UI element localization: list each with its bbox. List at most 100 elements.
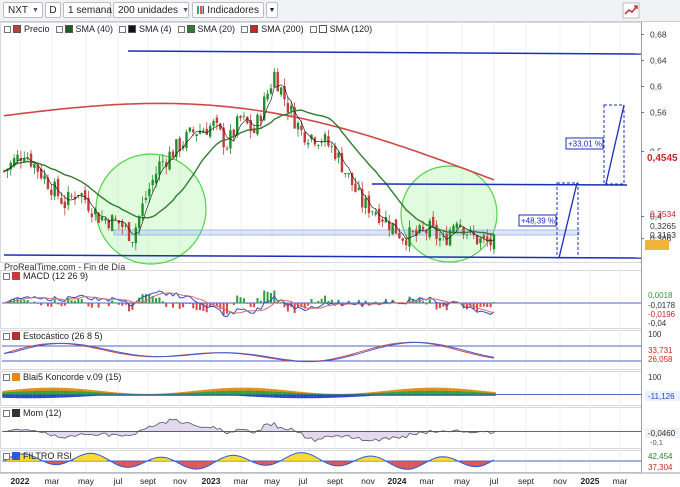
blai5-blue-bar (303, 394, 307, 399)
blai5-green-bar (201, 391, 206, 395)
blai5-green-bar (218, 391, 222, 395)
macd-histogram-bar (107, 303, 110, 307)
panel-checkbox[interactable] (3, 272, 10, 280)
blai5-blue-bar (39, 394, 43, 399)
legend-checkbox[interactable] (241, 25, 249, 33)
blai5-blue-bar (269, 394, 273, 398)
blai5-green-bar (350, 393, 354, 395)
blai5-blue-bar (218, 394, 222, 396)
macd-histogram-bar (253, 303, 256, 308)
highlight-circle-right (400, 165, 498, 263)
macd-histogram-bar (30, 303, 33, 304)
blai5-green-bar (188, 392, 192, 395)
blai5-green-bar (404, 391, 408, 395)
blai5-green-bar (377, 392, 381, 395)
legend-item[interactable]: SMA (120) (309, 24, 372, 34)
blai5-blue-bar (265, 394, 270, 398)
sma200-line (3, 102, 495, 181)
macd-histogram-bar (330, 299, 333, 303)
blai5-green-bar (465, 391, 469, 395)
blai5-blue-bar (360, 394, 364, 397)
legend-label: SMA (4) (139, 24, 172, 34)
blai5-green-bar (117, 393, 121, 395)
legend-swatch (64, 25, 73, 33)
panel-checkbox[interactable] (3, 409, 10, 417)
panel-checkbox[interactable] (3, 452, 10, 460)
candle-body (455, 223, 459, 229)
candle-body (215, 117, 219, 123)
candle-body (23, 158, 26, 162)
legend-item[interactable]: SMA (40) (55, 24, 113, 34)
blai5-green-bar (205, 391, 209, 395)
panel-checkbox[interactable] (3, 332, 10, 340)
blai5-blue-bar (194, 394, 199, 396)
blai5-blue-bar (2, 394, 6, 398)
rsi-bar (299, 452, 304, 461)
legend-checkbox[interactable] (55, 25, 63, 33)
mom-value-label: -0,1 (650, 438, 663, 447)
rsi-bar (336, 461, 341, 466)
time-tick-label: may (264, 476, 281, 486)
candle-body (296, 122, 300, 130)
blai5-blue-bar (178, 394, 182, 396)
time-tick-label: mar (234, 476, 249, 486)
candle-body (46, 177, 50, 189)
candle-body (306, 142, 310, 145)
candle-body (276, 71, 279, 92)
blai5-green-bar (52, 390, 57, 395)
blai5-green-bar (444, 390, 449, 395)
rsi-bar (123, 461, 128, 468)
legend-items: Precio SMA (40) SMA (4) SMA (20) SMA (200) SM… (4, 24, 372, 34)
blai5-green-bar (63, 390, 67, 395)
blai5-green-bar (242, 390, 246, 395)
macd-histogram-bar (178, 303, 181, 309)
blai5-blue-bar (164, 394, 168, 396)
legend-checkbox[interactable] (4, 25, 11, 33)
candle-body (70, 195, 73, 197)
legend-item[interactable]: Precio (4, 24, 50, 34)
legend-item[interactable]: SMA (200) (241, 24, 304, 34)
macd-histogram-bar (236, 295, 239, 303)
time-tick-label: sept (327, 476, 344, 486)
blai5-blue-bar (259, 394, 263, 398)
candle-body (192, 129, 195, 133)
blai5-blue-bar (228, 394, 233, 396)
blai5-blue-bar (306, 394, 310, 399)
macd-histogram-bar (489, 303, 492, 308)
macd-histogram-bar (229, 303, 232, 304)
chart-canvas[interactable]: +33,01 % +48,39 % 2022 mar may jul sept nov 202… (0, 0, 680, 487)
blai5-green-bar (269, 391, 273, 395)
macd-histogram-bar (239, 297, 242, 303)
blai5-blue-bar (36, 394, 40, 399)
legend-checkbox[interactable] (177, 25, 185, 33)
blai5-green-bar (9, 392, 13, 395)
blai5-blue-bar (455, 394, 459, 396)
blai5-green-bar (167, 393, 172, 395)
blai5-blue-bar (90, 394, 94, 397)
rsi-bar (90, 453, 94, 461)
candle-body (242, 115, 246, 117)
blai5-blue-bar (76, 394, 81, 397)
blai5-blue-bar (242, 394, 246, 397)
macd-histogram-bar (371, 302, 374, 303)
legend-item[interactable]: SMA (20) (177, 24, 235, 34)
candle-body (317, 144, 320, 146)
blai5-green-bar (380, 392, 385, 395)
mom-title: Mom (12) (3, 408, 62, 418)
blai5-blue-bar (232, 394, 236, 396)
macd-histogram-bar (131, 303, 134, 310)
blai5-blue-bar (316, 394, 320, 399)
blai5-blue-bar (174, 394, 179, 396)
rsi-bar (370, 456, 375, 461)
legend-checkbox[interactable] (119, 25, 127, 33)
blai5-green-bar (374, 393, 378, 395)
blai5-green-bar (130, 393, 135, 395)
time-tick-label: 2024 (388, 476, 407, 486)
blai5-blue-bar (117, 394, 121, 396)
legend-checkbox[interactable] (309, 25, 317, 33)
time-tick-label: nov (173, 476, 187, 486)
panel-checkbox[interactable] (3, 373, 10, 381)
legend-item[interactable]: SMA (4) (119, 24, 172, 34)
candle-body (43, 175, 46, 180)
rsi-bar (188, 461, 192, 469)
